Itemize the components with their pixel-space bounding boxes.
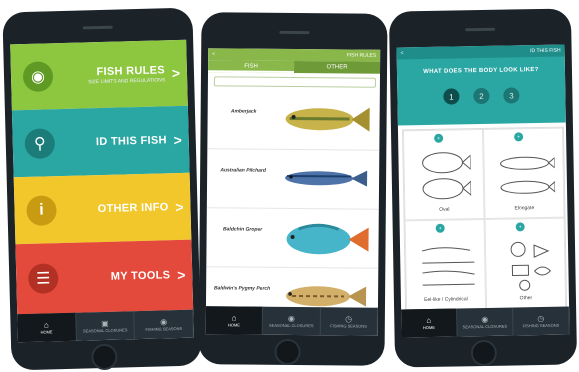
list-item[interactable]: Baldchin Groper [206, 208, 379, 269]
home-icon: ⌂ [426, 315, 432, 325]
shape-option-eel-like[interactable]: + Eel-like / Cylindrical [404, 218, 487, 311]
nav-home[interactable]: ⌂ HOME [17, 312, 77, 343]
elongate-fish-outline [500, 156, 556, 194]
oval-fish-outline [422, 152, 472, 200]
shape-label: Other [519, 295, 533, 302]
chevron-right-icon: > [171, 64, 181, 82]
menu-label: ID THIS FISH [95, 133, 167, 148]
step-3[interactable]: 3 [503, 87, 520, 104]
question-header: < ID THIS FISH WHAT DOES THE BODY LOOK L… [396, 44, 566, 126]
back-button[interactable]: < [401, 50, 404, 56]
home-button[interactable] [274, 338, 301, 366]
location-icon: ◉ [160, 316, 168, 327]
tab-bar: FISH OTHER [208, 60, 381, 74]
step-2[interactable]: 2 [473, 87, 490, 105]
step-1[interactable]: 1 [443, 88, 460, 105]
fish-name: Australian Pilchard [220, 167, 266, 174]
nav-home[interactable]: ⌂ HOME [205, 306, 264, 335]
nav-seasonal-closures[interactable]: ◉ SEASONAL CLOSURES [457, 307, 514, 337]
nav-fishing-seasons[interactable]: ◉ FISHING SEASONS [134, 309, 194, 340]
nav-seasonal-closures[interactable]: ▣ SEASONAL CLOSURES [75, 311, 136, 341]
menu-item-other-info[interactable]: i OTHER INFO > [13, 172, 192, 245]
chevron-right-icon: > [175, 198, 184, 215]
home-icon: ⌂ [43, 319, 49, 330]
shape-label: Elongate [514, 205, 535, 212]
id-fish-screen: < ID THIS FISH WHAT DOES THE BODY LOOK L… [396, 44, 570, 338]
tools-icon: ☰ [27, 263, 59, 294]
fish-icon: ◉ [22, 61, 54, 93]
top-bar: < ID THIS FISH [396, 44, 565, 60]
home-button[interactable] [470, 339, 498, 367]
amberjack-image [285, 107, 370, 132]
nav-fishing-seasons[interactable]: ◷ FISHING SEASONS [320, 307, 378, 336]
back-button[interactable]: < [212, 51, 215, 57]
speaker [279, 30, 310, 35]
menu-label: FISH RULES [96, 63, 166, 78]
fish-name: Baldwin's Pygmy Perch [213, 285, 271, 292]
main-menu-screen: ◉ FISH RULES SIZE LIMITS AND REGULATIONS … [10, 39, 194, 343]
menu-sublabel: SIZE LIMITS AND REGULATIONS [87, 76, 166, 85]
baldchin-groper-image [286, 223, 369, 255]
nav-fishing-seasons[interactable]: ◷ FISHING SEASONS [513, 306, 570, 336]
shape-option-other[interactable]: + Other [484, 217, 567, 309]
question-text: WHAT DOES THE BODY LOOK LIKE? [423, 67, 539, 76]
phone-main-menu: ◉ FISH RULES SIZE LIMITS AND REGULATIONS … [2, 7, 202, 371]
top-bar-title: ID THIS FISH [530, 47, 561, 55]
chevron-right-icon: > [176, 266, 186, 284]
fish-list-screen: < FISH RULES FISH OTHER Amberjack Austra… [205, 48, 381, 336]
search-input[interactable] [213, 76, 376, 88]
step-indicator: 1 2 3 [397, 87, 565, 106]
clock-icon: ◷ [537, 313, 545, 323]
menu-item-fish-rules[interactable]: ◉ FISH RULES SIZE LIMITS AND REGULATIONS … [10, 39, 188, 111]
menu-label: OTHER INFO [97, 200, 169, 215]
clock-icon: ◷ [345, 313, 353, 324]
menu-item-id-this-fish[interactable]: ⚲ ID THIS FISH > [11, 105, 190, 178]
menu-item-my-tools[interactable]: ☰ MY TOOLS > [15, 239, 194, 315]
bottom-nav: ⌂ HOME ◉ SEASONAL CLOSURES ◷ FISHING SEASON… [205, 306, 378, 336]
info-icon: i [26, 194, 57, 226]
zoom-icon[interactable]: + [515, 222, 525, 232]
calendar-icon: ▣ [101, 318, 109, 328]
location-icon: ◉ [481, 314, 489, 324]
home-button[interactable] [91, 343, 118, 371]
australian-pilchard-image [285, 170, 368, 187]
tab-fish[interactable]: FISH [208, 60, 295, 74]
nav-seasonal-closures[interactable]: ◉ SEASONAL CLOSURES [263, 306, 321, 336]
speaker [465, 27, 496, 32]
nav-home[interactable]: ⌂ HOME [401, 308, 458, 338]
other-fish-outline [510, 241, 552, 291]
eel-fish-outline [421, 247, 475, 286]
zoom-icon[interactable]: + [514, 132, 524, 142]
shape-option-oval[interactable]: + Oval [402, 128, 485, 221]
speaker [82, 25, 113, 30]
list-item[interactable]: Australian Pilchard [206, 149, 380, 210]
menu-label: MY TOOLS [110, 269, 171, 283]
chevron-right-icon: > [173, 131, 183, 148]
fish-name: Amberjack [230, 108, 257, 115]
fish-name: Baldchin Groper [223, 226, 263, 233]
shape-label: Oval [439, 206, 450, 213]
zoom-icon[interactable]: + [434, 133, 444, 143]
shape-label: Eel-like / Cylindrical [424, 296, 468, 304]
list-item[interactable]: Amberjack [207, 90, 380, 151]
tab-other[interactable]: OTHER [294, 61, 381, 74]
search-icon: ⚲ [24, 127, 56, 159]
zoom-icon[interactable]: + [435, 223, 445, 233]
location-icon: ◉ [287, 313, 295, 323]
bottom-nav: ⌂ HOME ▣ SEASONAL CLOSURES ◉ FISHING SEASON… [17, 309, 194, 343]
top-bar-title: FISH RULES [346, 52, 377, 59]
shape-option-elongate[interactable]: + Elongate [482, 127, 565, 219]
body-shape-grid: + Oval + Elongate + Eel-like / Cylindric… [401, 126, 568, 312]
phone-id-fish: < ID THIS FISH WHAT DOES THE BODY LOOK L… [388, 8, 578, 368]
bottom-nav: ⌂ HOME ◉ SEASONAL CLOSURES ◷ FISHING SEASON… [401, 306, 570, 338]
home-icon: ⌂ [231, 312, 237, 323]
phone-fish-list: < FISH RULES FISH OTHER Amberjack Austra… [198, 12, 388, 366]
